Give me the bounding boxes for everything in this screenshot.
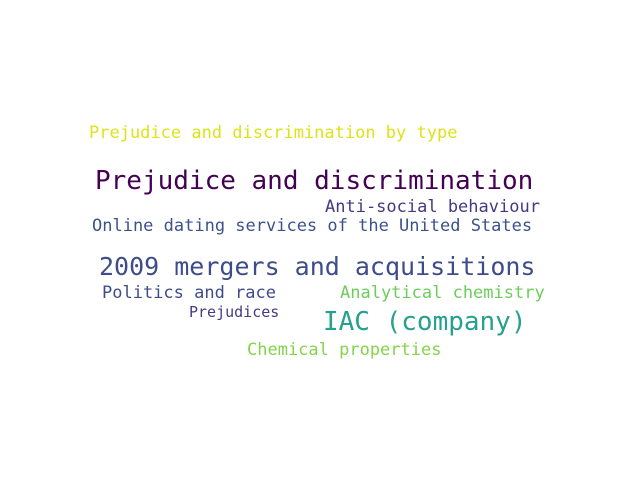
word-prejudice-and-discrimination: Prejudice and discrimination: [95, 166, 534, 196]
word-2009-mergers-and-acquisitions: 2009 mergers and acquisitions: [99, 252, 536, 281]
word-prejudices: Prejudices: [189, 303, 280, 321]
word-online-dating-services: Online dating services of the United Sta…: [92, 216, 533, 236]
word-chemical-properties: Chemical properties: [247, 340, 442, 360]
word-cloud: Prejudice and discrimination by type Pre…: [0, 0, 640, 480]
word-iac-company: IAC (company): [323, 307, 527, 337]
word-prejudice-and-discrimination-by-type: Prejudice and discrimination by type: [89, 123, 458, 143]
word-politics-and-race: Politics and race: [102, 283, 276, 303]
word-anti-social-behaviour: Anti-social behaviour: [325, 197, 540, 217]
word-analytical-chemistry: Analytical chemistry: [340, 283, 545, 303]
